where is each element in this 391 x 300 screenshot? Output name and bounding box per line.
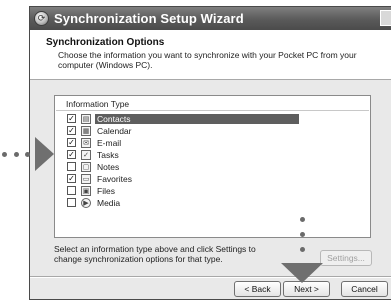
page-description: Choose the information you want to synch… [58, 50, 357, 70]
screenshot-stage: ⟳ Synchronization Setup Wizard Synchroni… [0, 0, 391, 300]
arrow-down-icon [281, 263, 323, 283]
list-item-label: Media [97, 197, 121, 208]
annotation-dot [25, 152, 30, 157]
list-item-favorites[interactable]: ✓ ▭ Favorites [67, 173, 134, 184]
checkbox-calendar[interactable]: ✓ [67, 126, 76, 135]
list-item-notes[interactable]: ▢ Notes [67, 161, 121, 172]
arrow-right-icon [35, 137, 54, 171]
window-title: Synchronization Setup Wizard [54, 11, 244, 26]
list-item-files[interactable]: ▣ Files [67, 185, 117, 196]
next-button[interactable]: Next > [283, 281, 330, 297]
files-icon: ▣ [81, 185, 91, 196]
back-button[interactable]: < Back [234, 281, 281, 297]
checkbox-tasks[interactable]: ✓ [67, 150, 76, 159]
calendar-icon: ▦ [81, 125, 91, 136]
list-item-label: Notes [97, 161, 120, 172]
checkbox-notes[interactable] [67, 162, 76, 171]
checkbox-favorites[interactable]: ✓ [67, 174, 76, 183]
checkbox-media[interactable] [67, 198, 76, 207]
sync-app-icon: ⟳ [34, 11, 49, 26]
settings-hint: Select an information type above and cli… [54, 244, 256, 264]
list-item-email[interactable]: ✓ ✉ E-mail [67, 137, 123, 148]
list-column-header: Information Type [56, 97, 369, 111]
information-type-list[interactable]: Information Type ✓ ▤ Contacts ✓ ▦ Calend… [54, 95, 371, 238]
list-item-contacts[interactable]: ✓ ▤ Contacts [67, 113, 299, 124]
title-bar[interactable]: ⟳ Synchronization Setup Wizard [30, 7, 391, 30]
page-title: Synchronization Options [46, 37, 165, 48]
list-item-label: E-mail [97, 137, 122, 148]
close-button[interactable] [380, 10, 391, 26]
annotation-dot [14, 152, 19, 157]
email-icon: ✉ [81, 137, 91, 148]
favorites-icon: ▭ [81, 173, 91, 184]
wizard-header: Synchronization Options Choose the infor… [30, 30, 391, 80]
list-item-media[interactable]: ▶ Media [67, 197, 122, 208]
checkbox-contacts[interactable]: ✓ [67, 114, 76, 123]
annotation-dot [300, 217, 305, 222]
list-item-label: Calendar [97, 125, 132, 136]
cancel-button[interactable]: Cancel [341, 281, 388, 297]
list-item-label: Files [97, 185, 115, 196]
list-item-label: Favorites [97, 173, 132, 184]
annotation-dot [300, 247, 305, 252]
list-item-label: Contacts [95, 113, 299, 124]
wizard-window: ⟳ Synchronization Setup Wizard Synchroni… [29, 6, 391, 300]
media-icon: ▶ [81, 197, 91, 208]
checkbox-files[interactable] [67, 186, 76, 195]
list-item-tasks[interactable]: ✓ ✓ Tasks [67, 149, 121, 160]
footer-divider [30, 276, 391, 278]
checkbox-email[interactable]: ✓ [67, 138, 76, 147]
annotation-dot [2, 152, 7, 157]
annotation-dot [300, 232, 305, 237]
list-item-calendar[interactable]: ✓ ▦ Calendar [67, 125, 134, 136]
notes-icon: ▢ [81, 161, 91, 172]
list-item-label: Tasks [97, 149, 119, 160]
contacts-icon: ▤ [81, 113, 91, 124]
settings-button[interactable]: Settings... [320, 250, 372, 266]
tasks-icon: ✓ [81, 149, 91, 160]
